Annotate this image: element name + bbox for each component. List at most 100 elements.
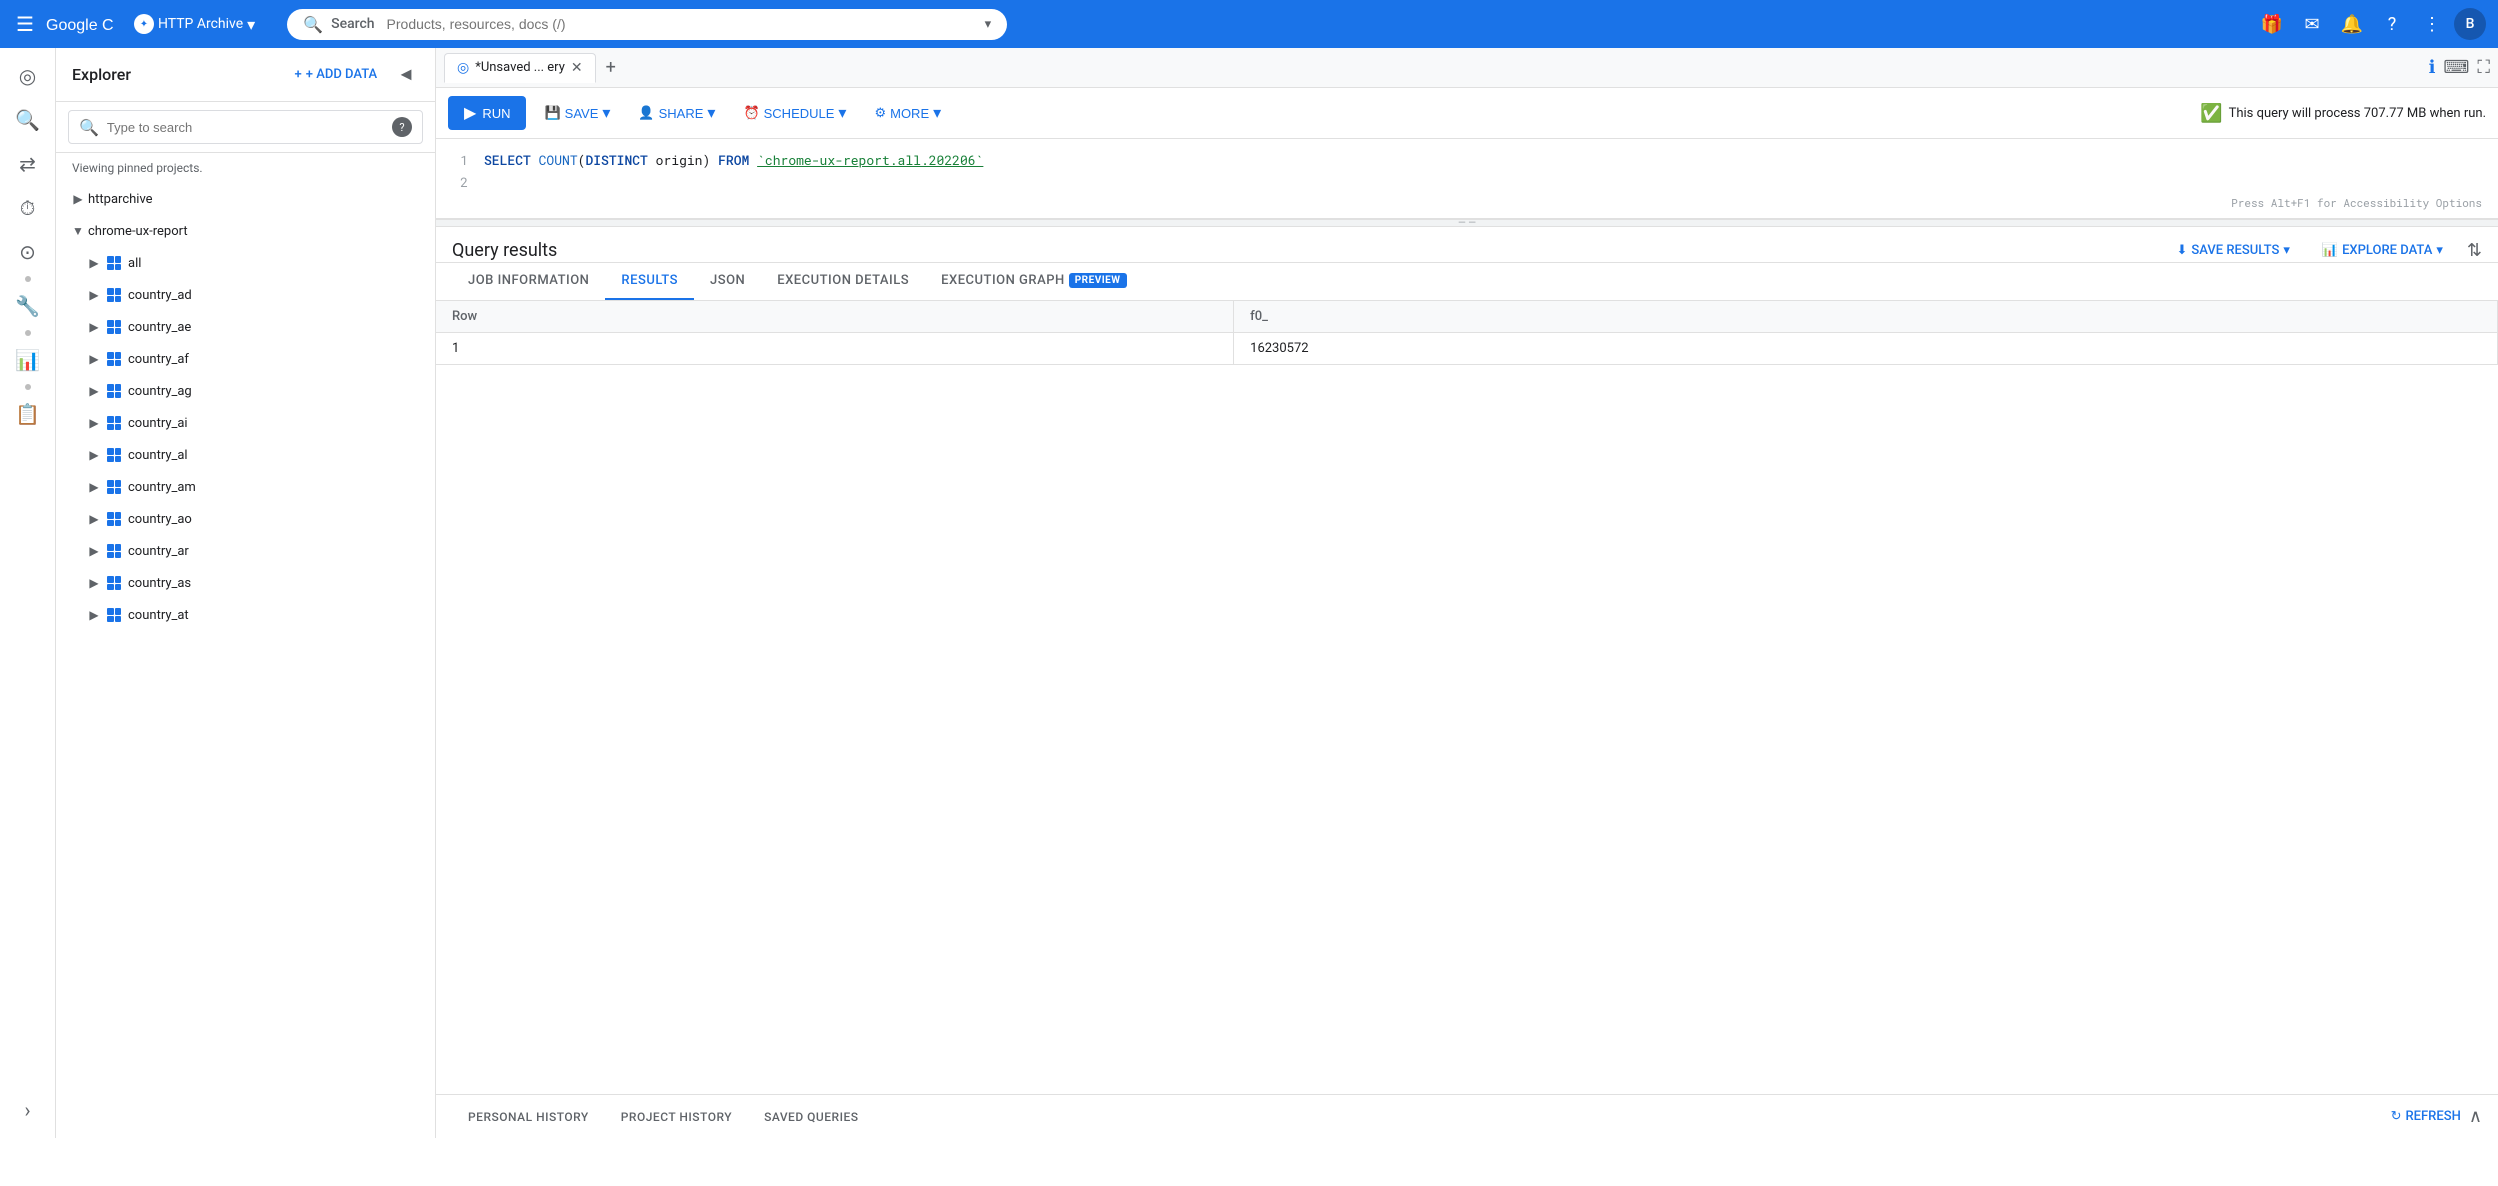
tree-item-chrome-ux-report[interactable]: ▼ chrome-ux-report 📌 ⋮ xyxy=(56,215,435,247)
search-nav-icon[interactable]: 🔍 xyxy=(8,100,48,140)
explorer-title: Explorer xyxy=(72,65,131,84)
tree-item-country_ad[interactable]: ▶ country_ad ⋮ xyxy=(56,279,435,311)
explorer-search-input[interactable] xyxy=(107,120,384,135)
save-results-button[interactable]: ⬇ SAVE RESULTS ▾ xyxy=(2168,239,2297,262)
table-row: 1 16230572 xyxy=(436,333,2498,365)
expand-arrow-country_al: ▶ xyxy=(84,445,104,465)
user-avatar[interactable]: B xyxy=(2454,8,2486,40)
tree-item-country_ae[interactable]: ▶ country_ae ⋮ xyxy=(56,311,435,343)
clipboard-nav-icon[interactable]: 📋 xyxy=(8,394,48,434)
tab-project-history[interactable]: PROJECT HISTORY xyxy=(605,1100,748,1134)
tab-keyboard-icon[interactable]: ⌨ xyxy=(2443,57,2469,78)
pin-btn-chrome[interactable]: 📌 xyxy=(386,221,407,241)
reports-nav-icon[interactable]: 📊 xyxy=(8,340,48,380)
tree-item-country_ai[interactable]: ▶ country_ai ⋮ xyxy=(56,407,435,439)
more-btn-country_ad[interactable]: ⋮ xyxy=(409,285,427,305)
add-data-button[interactable]: + + ADD DATA xyxy=(287,63,386,86)
tab-info-icon[interactable]: ℹ xyxy=(2429,57,2436,78)
more-btn-all[interactable]: ⋮ xyxy=(409,253,427,273)
explore-data-button[interactable]: 📊 EXPLORE DATA ▾ xyxy=(2314,239,2451,262)
tab-results[interactable]: RESULTS xyxy=(605,263,694,300)
wrench-nav-icon[interactable]: 🔧 xyxy=(8,286,48,326)
more-btn-country_am[interactable]: ⋮ xyxy=(409,477,427,497)
transfer-nav-icon[interactable]: ⇄ xyxy=(8,144,48,184)
more-btn-country_al[interactable]: ⋮ xyxy=(409,445,427,465)
notifications-icon[interactable]: 🔔 xyxy=(2334,6,2370,42)
more-options-icon[interactable]: ⋮ xyxy=(2414,6,2450,42)
tab-job-information-label: JOB INFORMATION xyxy=(468,273,589,288)
project-dropdown-icon: ▾ xyxy=(247,15,255,34)
more-btn-chrome[interactable]: ⋮ xyxy=(409,221,427,241)
explorer-search-icon: 🔍 xyxy=(79,118,99,137)
item-label-country_al: country_al xyxy=(128,448,409,463)
refresh-button[interactable]: ↻ REFRESH xyxy=(2391,1109,2461,1124)
tab-fullscreen-icon[interactable]: ⛶ xyxy=(2477,57,2490,78)
results-header-actions: ⬇ SAVE RESULTS ▾ 📊 EXPLORE DATA ▾ ⇅ xyxy=(2168,239,2482,262)
more-btn-country_at[interactable]: ⋮ xyxy=(409,605,427,625)
tree-item-country_am[interactable]: ▶ country_am ⋮ xyxy=(56,471,435,503)
more-btn-country_ag[interactable]: ⋮ xyxy=(409,381,427,401)
tree-item-country_ag[interactable]: ▶ country_ag ⋮ xyxy=(56,375,435,407)
run-button[interactable]: ▶ RUN xyxy=(448,96,526,130)
main-content: ◎ *Unsaved ... ery ✕ + ℹ ⌨ ⛶ ▶ RUN 💾 SAV… xyxy=(436,48,2498,1138)
history-nav-icon[interactable]: ⏱ xyxy=(8,188,48,228)
query-tab-unsaved[interactable]: ◎ *Unsaved ... ery ✕ xyxy=(444,53,596,83)
dataset-icon-country_ae xyxy=(104,317,124,337)
search-expand-icon[interactable]: ▾ xyxy=(985,17,992,32)
more-btn-country_ar[interactable]: ⋮ xyxy=(409,541,427,561)
share-icon: 👤 xyxy=(638,105,654,121)
item-label-country_ad: country_ad xyxy=(128,288,409,303)
help-icon[interactable]: ? xyxy=(2374,6,2410,42)
more-btn-country_ai[interactable]: ⋮ xyxy=(409,413,427,433)
tree-item-country_af[interactable]: ▶ country_af ⋮ xyxy=(56,343,435,375)
save-button[interactable]: 💾 SAVE ▾ xyxy=(534,97,620,129)
tab-execution-graph[interactable]: EXECUTION GRAPH PREVIEW xyxy=(925,263,1142,300)
more-btn-httparchive[interactable]: ⋮ xyxy=(409,189,427,209)
code-editor[interactable]: 1 SELECT COUNT(DISTINCT origin) FROM `ch… xyxy=(436,139,2498,219)
gift-icon[interactable]: 🎁 xyxy=(2254,6,2290,42)
collapse-explorer-button[interactable]: ◄ xyxy=(393,60,419,89)
item-label-all: all xyxy=(128,256,409,271)
tree-item-country_ar[interactable]: ▶ country_ar ⋮ xyxy=(56,535,435,567)
expand-panel-icon[interactable]: › xyxy=(8,1090,48,1130)
tree-item-all[interactable]: ▶ all ⋮ xyxy=(56,247,435,279)
tree-item-httparchive[interactable]: ▶ httparchive ⋮ xyxy=(56,183,435,215)
resize-handle[interactable]: — — xyxy=(436,219,2498,227)
search-label: Search xyxy=(331,16,374,32)
more-button[interactable]: ⚙ MORE ▾ xyxy=(864,97,951,129)
results-expand-icon[interactable]: ⇅ xyxy=(2467,240,2482,261)
tree-item-country_as[interactable]: ▶ country_as ⋮ xyxy=(56,567,435,599)
analytics-nav-icon[interactable]: ◎ xyxy=(8,56,48,96)
expand-arrow-country_ae: ▶ xyxy=(84,317,104,337)
tab-json-label: JSON xyxy=(710,273,745,288)
side-navigation: ◎ 🔍 ⇄ ⏱ ⊙ 🔧 📊 📋 › xyxy=(0,48,56,1138)
more-btn-country_ao[interactable]: ⋮ xyxy=(409,509,427,529)
share-button[interactable]: 👤 SHARE ▾ xyxy=(628,97,725,129)
tab-personal-history[interactable]: PERSONAL HISTORY xyxy=(452,1100,605,1134)
tab-json[interactable]: JSON xyxy=(694,263,761,300)
collapse-bottom-button[interactable]: ∧ xyxy=(2469,1106,2482,1127)
tree-item-country_al[interactable]: ▶ country_al ⋮ xyxy=(56,439,435,471)
bottom-bar: PERSONAL HISTORY PROJECT HISTORY SAVED Q… xyxy=(436,1094,2498,1138)
hamburger-menu[interactable]: ☰ xyxy=(12,8,38,40)
more-btn-country_as[interactable]: ⋮ xyxy=(409,573,427,593)
tab-close-icon[interactable]: ✕ xyxy=(571,60,583,76)
schedule-button[interactable]: ⏰ SCHEDULE ▾ xyxy=(733,97,856,129)
tree-item-country_ao[interactable]: ▶ country_ao ⋮ xyxy=(56,503,435,535)
add-tab-button[interactable]: + xyxy=(600,55,622,80)
project-selector[interactable]: HTTP Archive ▾ xyxy=(126,10,263,38)
more-btn-country_ae[interactable]: ⋮ xyxy=(409,317,427,337)
tab-job-information[interactable]: JOB INFORMATION xyxy=(452,263,605,300)
connections-nav-icon[interactable]: ⊙ xyxy=(8,232,48,272)
tab-execution-details[interactable]: EXECUTION DETAILS xyxy=(761,263,925,300)
explorer-help-icon[interactable]: ? xyxy=(392,117,412,137)
search-input[interactable] xyxy=(387,16,977,32)
add-icon: + xyxy=(295,67,302,82)
tree-item-country_at[interactable]: ▶ country_at ⋮ xyxy=(56,599,435,631)
item-label-httparchive: httparchive xyxy=(88,192,409,207)
explore-data-chevron: ▾ xyxy=(2436,243,2443,258)
tab-saved-queries[interactable]: SAVED QUERIES xyxy=(748,1100,874,1134)
more-btn-country_af[interactable]: ⋮ xyxy=(409,349,427,369)
schedule-chevron-icon: ▾ xyxy=(838,103,846,123)
support-icon[interactable]: ✉ xyxy=(2294,6,2330,42)
